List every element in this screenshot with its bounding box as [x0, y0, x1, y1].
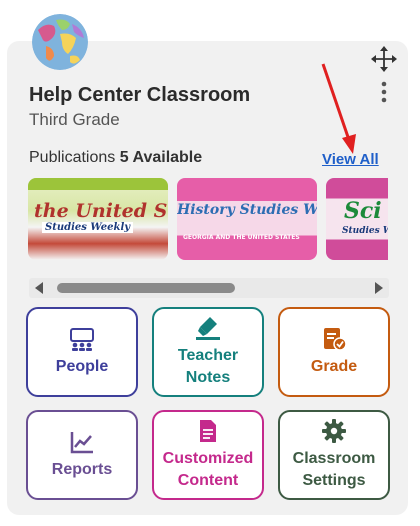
people-button[interactable]: People — [26, 307, 138, 397]
publications-carousel[interactable]: the United States Studies Weekly History… — [28, 178, 388, 260]
publication-card[interactable]: the United States Studies Weekly — [28, 178, 168, 260]
people-label: People — [55, 358, 109, 375]
scroll-right-icon[interactable] — [375, 282, 383, 294]
grade-button[interactable]: Grade — [278, 307, 390, 397]
publication-subtitle: GEORGIA AND THE UNITED STATES — [183, 234, 300, 241]
teacher-notes-button[interactable]: Teacher Notes — [152, 307, 264, 397]
highlighter-icon — [196, 317, 220, 340]
globe-icon — [32, 14, 88, 70]
kebab-menu-icon[interactable] — [378, 80, 390, 104]
annotation-arrow — [321, 63, 356, 154]
reports-button[interactable]: Reports — [26, 410, 138, 500]
classroom-grade: Third Grade — [29, 110, 120, 129]
customized-content-button[interactable]: Customized Content — [152, 410, 264, 500]
grade-icon — [324, 328, 347, 351]
reports-label: Reports — [51, 461, 113, 478]
publication-card[interactable]: History Studies Weekly GEORGIA AND THE U… — [177, 178, 317, 260]
customized-content-label: Customized Content — [162, 450, 254, 489]
classroom-title: Help Center Classroom — [29, 84, 251, 106]
classroom-settings-label: Classroom Settings — [292, 450, 376, 489]
publication-subtitle: Studies Weekly — [42, 222, 134, 233]
scroll-left-icon[interactable] — [35, 282, 43, 294]
move-icon[interactable] — [371, 46, 397, 72]
publication-title: History Studies Weekly — [177, 202, 317, 218]
publications-count: 5 Available — [119, 149, 203, 166]
classroom-settings-button[interactable]: Classroom Settings — [278, 410, 390, 500]
chart-icon — [70, 432, 93, 454]
publication-card[interactable]: Sci Studies Weekly — [326, 178, 388, 260]
people-icon — [70, 328, 94, 351]
grade-label: Grade — [310, 358, 358, 375]
teacher-notes-label: Teacher Notes — [177, 347, 239, 386]
publication-title: Sci — [344, 198, 382, 224]
publication-subtitle: Studies Weekly — [342, 226, 388, 236]
publications-heading: Publications 5 Available — [29, 149, 202, 167]
scroll-thumb[interactable] — [57, 283, 235, 293]
horizontal-scrollbar[interactable] — [29, 278, 389, 298]
publications-label: Publications — [29, 149, 116, 166]
document-icon — [200, 420, 216, 442]
publication-title: the United States — [34, 200, 168, 222]
gear-icon — [322, 419, 346, 443]
